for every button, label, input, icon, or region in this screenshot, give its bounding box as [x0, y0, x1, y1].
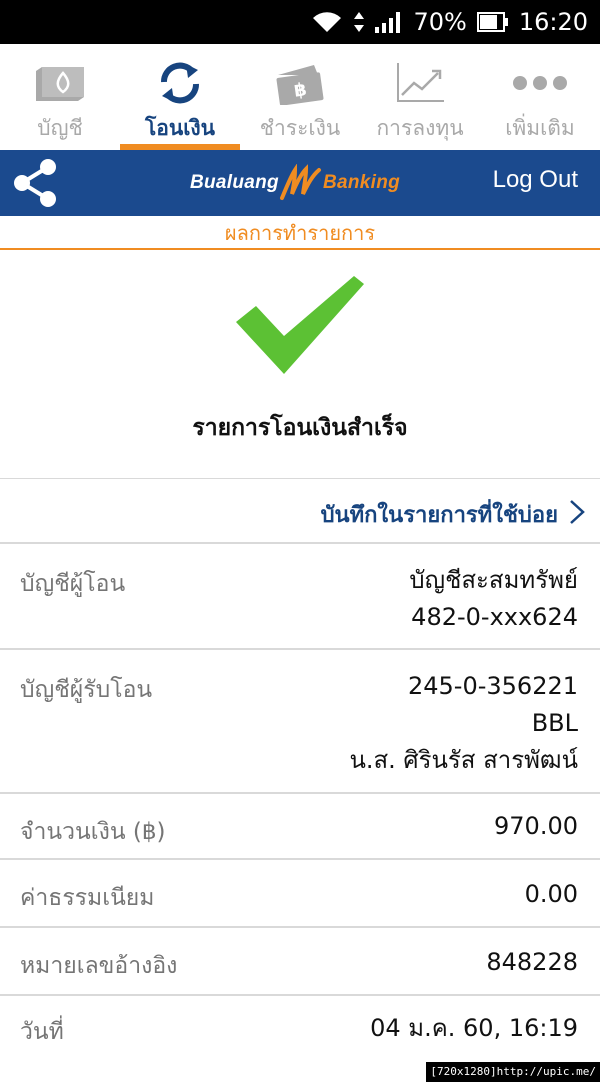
- chevron-right-icon: [570, 500, 585, 524]
- battery-percent: 70%: [413, 8, 467, 36]
- date-value: 04 ม.ค. 60, 16:19: [370, 1014, 578, 1042]
- investment-chart-icon: [388, 60, 452, 106]
- clock: 16:20: [518, 8, 588, 36]
- tab-investment[interactable]: การลงทุน: [360, 44, 480, 150]
- page-title: ผลการทำรายการ: [0, 216, 600, 250]
- reference-label: หมายเลขอ้างอิง: [20, 953, 178, 979]
- to-account-bank: BBL: [531, 709, 578, 737]
- tab-account[interactable]: บัญชี: [0, 44, 120, 150]
- detail-row-from-account: บัญชีผู้โอน บัญชีสะสมทรัพย์ 482-0-xxx624: [0, 544, 600, 650]
- main-tab-bar: บัญชี โอนเงิน ฿ ชำระเงิน การลงทุน เพิ่มเ…: [0, 44, 600, 150]
- tab-more-label: เพิ่มเติม: [505, 116, 575, 140]
- app-logo: Bualuang Banking: [190, 164, 412, 202]
- data-arrows-icon: [353, 10, 365, 34]
- tab-transfer-label: โอนเงิน: [144, 116, 216, 140]
- to-account-value: 245-0-356221 BBL น.ส. ศิรินรัส สารพัฒน์: [349, 668, 578, 779]
- brand-name-right: Banking: [322, 172, 401, 193]
- tab-payment[interactable]: ฿ ชำระเงิน: [240, 44, 360, 150]
- fee-value: 0.00: [524, 880, 578, 908]
- amount-value: 970.00: [494, 812, 578, 840]
- amount-label: จำนวนเงิน (฿): [20, 819, 166, 845]
- transfer-arrows-icon: [148, 60, 212, 106]
- logout-button[interactable]: Log Out: [493, 166, 578, 194]
- tab-payment-label: ชำระเงิน: [259, 116, 341, 140]
- wifi-icon: [311, 10, 343, 34]
- detail-row-reference: หมายเลขอ้างอิง 848228: [0, 928, 600, 996]
- success-panel: รายการโอนเงินสำเร็จ: [0, 250, 600, 478]
- success-message: รายการโอนเงินสำเร็จ: [192, 415, 408, 441]
- battery-icon: [476, 11, 509, 33]
- payment-wallet-icon: ฿: [268, 60, 332, 106]
- more-dots-icon: [508, 60, 572, 106]
- tab-investment-label: การลงทุน: [376, 116, 464, 140]
- share-button[interactable]: [8, 155, 64, 211]
- save-favorite-label: บันทึกในรายการที่ใช้บ่อย: [320, 503, 558, 528]
- brand-name-left: Bualuang: [190, 172, 279, 193]
- signal-icon: [375, 10, 403, 34]
- save-favorite-button[interactable]: บันทึกในรายการที่ใช้บ่อย: [0, 478, 600, 544]
- to-account-number: 245-0-356221: [407, 672, 578, 700]
- checkmark-icon: [236, 276, 364, 374]
- status-bar: 70% 16:20: [0, 0, 600, 44]
- share-icon: [14, 159, 56, 207]
- detail-row-fee: ค่าธรรมเนียม 0.00: [0, 860, 600, 928]
- date-label: วันที่: [20, 1019, 64, 1045]
- from-account-type: บัญชีสะสมทรัพย์: [409, 566, 578, 594]
- app-header: Bualuang Banking Log Out: [0, 150, 600, 216]
- detail-row-to-account: บัญชีผู้รับโอน 245-0-356221 BBL น.ส. ศิร…: [0, 650, 600, 794]
- account-book-icon: [28, 60, 92, 106]
- from-account-label: บัญชีผู้โอน: [20, 571, 126, 597]
- tab-account-label: บัญชี: [37, 116, 83, 140]
- watermark: [720x1280]http://upic.me/: [426, 1062, 600, 1082]
- tab-more[interactable]: เพิ่มเติม: [480, 44, 600, 150]
- tab-transfer[interactable]: โอนเงิน: [120, 44, 240, 150]
- from-account-value: บัญชีสะสมทรัพย์ 482-0-xxx624: [409, 562, 578, 636]
- fee-label: ค่าธรรมเนียม: [20, 885, 155, 911]
- m-logo-icon: [279, 164, 321, 200]
- detail-row-amount: จำนวนเงิน (฿) 970.00: [0, 794, 600, 860]
- from-account-number: 482-0-xxx624: [411, 603, 578, 631]
- reference-value: 848228: [486, 948, 578, 976]
- to-account-label: บัญชีผู้รับโอน: [20, 677, 153, 703]
- to-account-name: น.ส. ศิรินรัส สารพัฒน์: [349, 746, 578, 774]
